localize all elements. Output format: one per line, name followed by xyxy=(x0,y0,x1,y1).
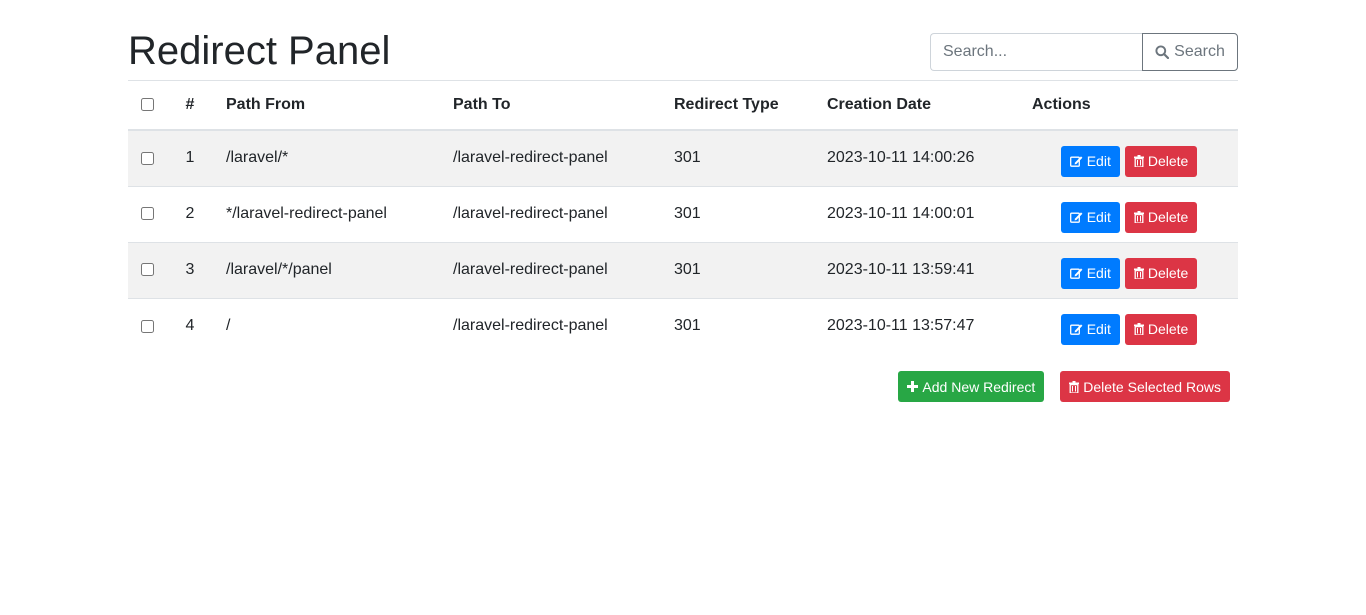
column-header-number: # xyxy=(166,81,214,131)
edit-button[interactable]: Edit xyxy=(1060,145,1120,177)
footer-actions: Add New Redirect Delete Selected Rows xyxy=(898,371,1230,402)
row-number: 2 xyxy=(166,185,214,242)
row-creation-date: 2023-10-11 14:00:26 xyxy=(827,149,975,167)
edit-icon xyxy=(1069,211,1083,223)
search-icon xyxy=(1155,45,1170,59)
plus-icon xyxy=(907,381,919,392)
edit-button[interactable]: Edit xyxy=(1060,257,1120,289)
delete-selected-rows-button[interactable]: Delete Selected Rows xyxy=(1060,371,1230,402)
search-button-label: Search xyxy=(1174,43,1225,60)
row-path-from: /laravel/* xyxy=(226,149,289,167)
table-header-row: # Path From Path To Redirect Type Creati… xyxy=(128,81,1238,131)
table-row: 3/laravel/*/panel/laravel-redirect-panel… xyxy=(128,241,1238,298)
row-number: 4 xyxy=(166,297,214,354)
delete-button-label: Delete xyxy=(1147,265,1189,281)
column-header-creation-date: Creation Date xyxy=(815,81,1020,131)
row-actions: Edit Delete xyxy=(1020,130,1238,186)
delete-button-label: Delete xyxy=(1147,321,1189,338)
trash-icon xyxy=(1133,211,1144,223)
row-path-to: /laravel-redirect-panel xyxy=(441,241,662,298)
row-checkbox[interactable] xyxy=(140,263,154,277)
table-row: 4//laravel-redirect-panel 301 2023-10-11 1… xyxy=(128,297,1238,354)
select-all-header xyxy=(128,81,166,131)
table-row: 1/laravel/* /laravel-redirect-panel 301 202… xyxy=(128,130,1238,186)
delete-selected-rows-label: Delete Selected Rows xyxy=(1083,378,1221,395)
row-actions: Edit Delete xyxy=(1020,185,1238,242)
row-select-cell xyxy=(128,130,166,186)
trash-icon xyxy=(1069,380,1080,393)
search-form: Search xyxy=(930,33,1238,71)
row-creation-date: 2023-10-11 13:57:47 xyxy=(815,297,1020,354)
row-checkbox[interactable] xyxy=(140,207,154,221)
trash-icon xyxy=(1133,323,1144,336)
delete-button-label: Delete xyxy=(1147,209,1189,225)
redirects-table: # Path From Path To Redirect Type Creati… xyxy=(128,81,1238,354)
column-header-redirect-type: Redirect Type xyxy=(662,81,815,131)
add-new-redirect-button[interactable]: Add New Redirect xyxy=(898,371,1045,402)
page-title: Redirect Panel xyxy=(128,29,391,73)
row-creation-date: 2023-10-11 13:59:41 xyxy=(815,241,1020,298)
column-header-path-from: Path From xyxy=(214,81,441,131)
row-number: 1 xyxy=(185,149,195,167)
edit-button-label: Edit xyxy=(1086,321,1111,338)
edit-button[interactable]: Edit xyxy=(1060,313,1120,345)
edit-button-label: Edit xyxy=(1086,209,1111,225)
row-creation-date: 2023-10-11 14:00:01 xyxy=(815,185,1020,242)
table-row: 2 */laravel-redirect-panel/laravel-redire… xyxy=(128,185,1238,242)
row-path-to: /laravel-redirect-panel xyxy=(441,185,662,242)
row-actions: Edit Delete xyxy=(1020,297,1238,354)
column-header-path-to: Path To xyxy=(441,81,662,131)
edit-button-label: Edit xyxy=(1086,153,1111,170)
row-checkbox[interactable] xyxy=(140,151,154,165)
page-header: Redirect Panel Search xyxy=(128,0,1238,81)
edit-button[interactable]: Edit xyxy=(1060,201,1120,233)
row-path-to: /laravel-redirect-panel xyxy=(453,149,608,167)
table-body: 1/laravel/*/laravel-redirect-panel 301 202… xyxy=(128,130,1238,354)
row-redirect-type: 301 xyxy=(662,297,815,354)
row-redirect-type: 301 xyxy=(662,185,815,242)
row-path-to: /laravel-redirect-panel xyxy=(441,297,662,354)
add-new-redirect-label: Add New Redirect xyxy=(922,378,1036,395)
delete-button[interactable]: Delete xyxy=(1124,201,1198,233)
row-select-cell xyxy=(128,297,166,354)
row-select-cell xyxy=(128,241,166,298)
edit-icon xyxy=(1069,323,1083,336)
edit-icon xyxy=(1069,155,1083,168)
delete-button[interactable]: Delete xyxy=(1124,145,1198,177)
row-path-from: */laravel-redirect-panel xyxy=(214,185,441,242)
row-path-from: / xyxy=(214,297,441,354)
trash-icon xyxy=(1133,155,1144,168)
row-select-cell xyxy=(128,185,166,242)
row-redirect-type: 301 xyxy=(662,241,815,298)
redirect-panel: Redirect Panel Search # Path From Pa xyxy=(128,0,1238,402)
delete-button[interactable]: Delete xyxy=(1124,257,1198,289)
select-all-checkbox[interactable] xyxy=(140,98,154,112)
row-number: 3 xyxy=(166,241,214,298)
column-header-actions: Actions xyxy=(1020,81,1238,131)
delete-button[interactable]: Delete xyxy=(1124,313,1198,345)
trash-icon xyxy=(1133,267,1144,279)
row-checkbox[interactable] xyxy=(140,319,154,333)
search-button[interactable]: Search xyxy=(1142,33,1238,71)
delete-button-label: Delete xyxy=(1147,153,1189,170)
edit-icon xyxy=(1069,267,1083,279)
row-path-from: /laravel/*/panel xyxy=(214,241,441,298)
edit-button-label: Edit xyxy=(1086,265,1111,281)
row-actions: Edit Delete xyxy=(1020,241,1238,298)
row-redirect-type: 301 xyxy=(674,149,701,167)
search-input[interactable] xyxy=(930,33,1142,71)
